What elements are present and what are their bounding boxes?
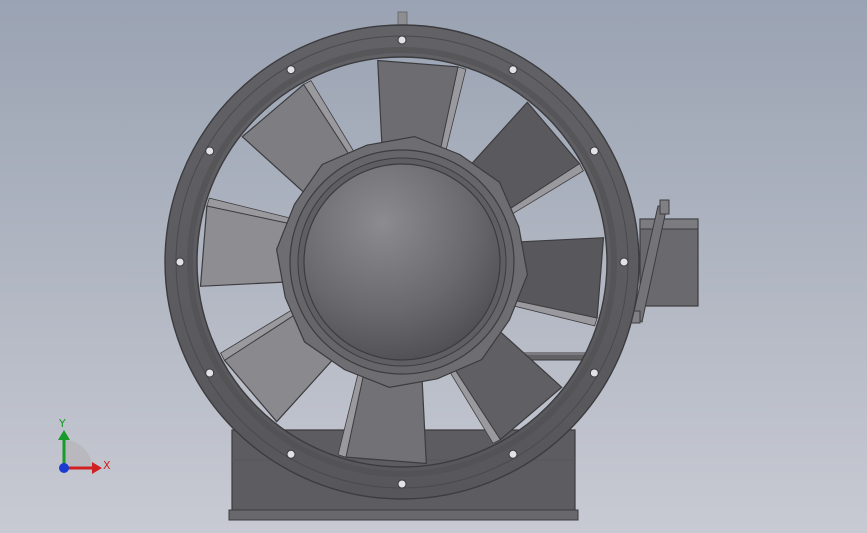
bolt-hole <box>286 449 296 459</box>
bolt-hole <box>397 35 407 45</box>
bolt-hole <box>397 479 407 489</box>
triad-arc <box>64 440 92 468</box>
bolt-hole <box>205 368 215 378</box>
side-junction-box <box>630 199 699 324</box>
triad-y-label: Y <box>58 417 66 430</box>
bolt-hole <box>508 65 518 75</box>
triad-x-label: X <box>103 459 111 472</box>
bolt-hole <box>589 146 599 156</box>
outer-flange-ring <box>164 24 640 500</box>
bolt-hole <box>175 257 185 267</box>
triad-x-arrow-icon <box>92 462 102 474</box>
cad-viewport[interactable]: Y X <box>0 0 867 533</box>
triad-z-axis-icon <box>59 463 69 473</box>
triad-y-arrow-icon <box>58 430 70 440</box>
bolt-hole <box>205 146 215 156</box>
bolt-hole <box>589 368 599 378</box>
bolt-hole <box>286 65 296 75</box>
coordinate-triad[interactable]: Y X <box>58 417 111 474</box>
bolt-hole <box>508 449 518 459</box>
bolt-hole <box>619 257 629 267</box>
axial-fan-model[interactable]: Y X <box>0 0 867 533</box>
